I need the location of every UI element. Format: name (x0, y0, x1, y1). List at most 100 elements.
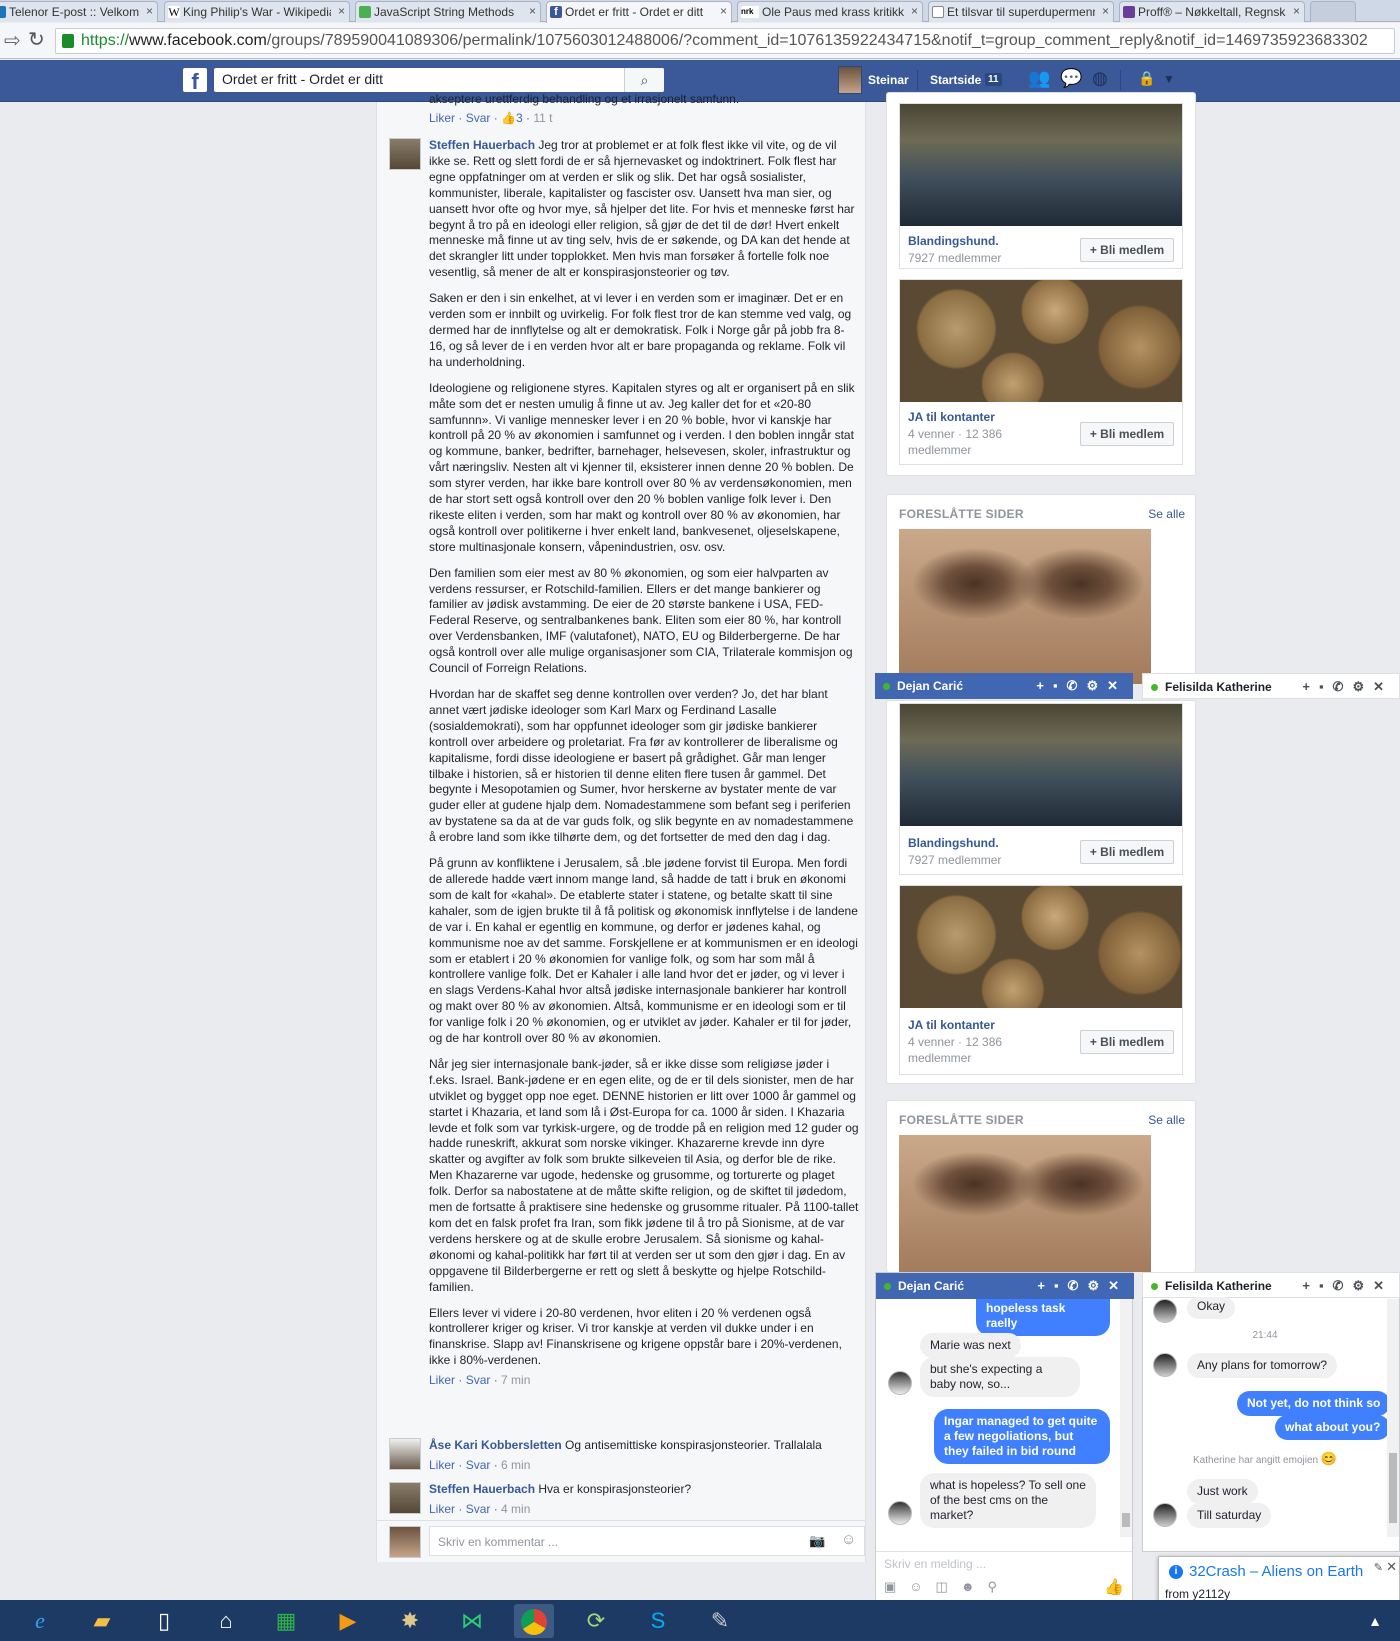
home-link[interactable]: Startside (930, 73, 981, 87)
close-tab-icon[interactable]: × (146, 4, 153, 18)
chat-attachments-icons[interactable]: ▣☺◫☻⚲ (884, 1579, 1010, 1595)
page-photo[interactable] (899, 529, 1151, 684)
store-icon[interactable]: ▦ (266, 1604, 306, 1638)
chat-tab-header[interactable]: Felisilda Katherine +▪✆⚙✕ (1142, 673, 1400, 699)
chat-tools-icons[interactable]: +▪✆⚙✕ (1036, 678, 1127, 694)
visual-studio-code-icon[interactable]: ⋈ (452, 1604, 492, 1638)
chat-scrollbar[interactable] (1120, 1299, 1132, 1537)
browser-tab[interactable]: JavaScript String Methods × (355, 1, 541, 22)
group-cover-image[interactable] (900, 104, 1182, 226)
close-tab-icon[interactable]: × (720, 4, 727, 18)
message-input[interactable]: Skriv en melding ... (884, 1557, 986, 1571)
scrollbar-thumb[interactable] (1389, 1453, 1397, 1523)
like-link[interactable]: Liker (429, 1458, 455, 1472)
like-link[interactable]: Liker (429, 1502, 455, 1516)
join-group-button[interactable]: + Bli medlem (1080, 422, 1174, 446)
chat-tab-header[interactable]: Dejan Carić +▪✆⚙✕ (875, 673, 1133, 699)
chrome-icon[interactable] (514, 1604, 554, 1638)
group-cover-image[interactable] (900, 886, 1182, 1008)
avatar[interactable] (389, 1482, 421, 1514)
chat-tools-icons[interactable]: +▪✆⚙✕ (1302, 679, 1393, 695)
privacy-lock-icon[interactable]: 🔒 (1138, 70, 1155, 87)
avatar[interactable] (389, 138, 421, 170)
chat-tab-header[interactable]: Felisilda Katherine +▪✆⚙✕ (1142, 1272, 1400, 1298)
settings-wrench-icon[interactable]: ✎ (1374, 1561, 1383, 1574)
comment-author[interactable]: Åse Kari Kobbersletten (429, 1438, 562, 1452)
group-name[interactable]: JA til kontanter (908, 410, 995, 424)
app-icon[interactable]: ✸ (390, 1604, 430, 1638)
avatar[interactable] (389, 1526, 421, 1558)
group-cover-image[interactable] (900, 704, 1182, 826)
search-input[interactable]: Ordet er fritt - Ordet er ditt (214, 68, 664, 92)
like-count-icon[interactable]: 👍 (501, 111, 516, 125)
comment-input[interactable]: Skriv en kommentar ... (429, 1526, 865, 1556)
join-group-button[interactable]: + Bli medlem (1080, 1030, 1174, 1054)
url-field[interactable]: https://www.facebook.com/groups/78959004… (55, 28, 1395, 54)
avatar[interactable] (1153, 1503, 1177, 1527)
desktop-notification[interactable]: i 32Crash – Aliens on Earth from y2112y … (1158, 1556, 1400, 1606)
close-tab-icon[interactable]: × (911, 4, 918, 18)
profile-link[interactable]: Steinar (868, 73, 909, 87)
avatar[interactable] (888, 1501, 912, 1525)
group-cover-image[interactable] (900, 280, 1182, 402)
comment-author[interactable]: Steffen Hauerbach (429, 1482, 535, 1496)
notifications-globe-icon[interactable]: ◍ (1092, 68, 1108, 89)
browser-tab[interactable]: nrk Ole Paus med krass kritikk × (737, 1, 923, 22)
emoji-icon[interactable]: ☺ (841, 1531, 856, 1548)
search-icon[interactable]: ⌕ (624, 68, 664, 92)
like-link[interactable]: Liker (429, 1373, 455, 1387)
close-icon[interactable]: ✕ (1386, 1559, 1397, 1575)
document-icon[interactable]: ▯ (144, 1604, 184, 1638)
join-group-button[interactable]: + Bli medlem (1080, 238, 1174, 262)
group-name[interactable]: Blandingshund. (908, 836, 999, 850)
reply-link[interactable]: Svar (466, 1373, 491, 1387)
notification-title[interactable]: 32Crash – Aliens on Earth (1189, 1563, 1363, 1580)
avatar[interactable] (389, 1438, 421, 1470)
avatar[interactable] (1153, 1299, 1177, 1323)
scrollbar-thumb[interactable] (1122, 1513, 1130, 1527)
reload-icon[interactable]: ↻ (28, 27, 45, 52)
new-tab-button[interactable] (1310, 1, 1356, 22)
see-all-link[interactable]: Se alle (1148, 507, 1185, 521)
browser-tab[interactable]: Et tilsvar til superdupermenneske× (928, 1, 1114, 22)
close-tab-icon[interactable]: × (1293, 4, 1300, 18)
chat-tab-header[interactable]: Dejan Carić +▪✆⚙✕ (876, 1273, 1134, 1299)
facebook-logo[interactable]: f (183, 68, 207, 94)
sync-icon[interactable]: ⟳ (576, 1604, 616, 1638)
chat-tools-icons[interactable]: +▪✆⚙✕ (1037, 1278, 1128, 1294)
browser-tab[interactable]: W King Philip's War - Wikipedia × (164, 1, 350, 22)
reply-link[interactable]: Svar (466, 111, 491, 125)
close-tab-icon[interactable]: × (1102, 4, 1109, 18)
see-all-link[interactable]: Se alle (1148, 1113, 1185, 1127)
skype-icon[interactable]: S (638, 1604, 678, 1638)
group-name[interactable]: Blandingshund. (908, 234, 999, 248)
like-link[interactable]: Liker (429, 111, 455, 125)
avatar[interactable] (1153, 1353, 1177, 1377)
gimp-icon[interactable]: ✎ (700, 1604, 740, 1638)
avatar[interactable] (888, 1371, 912, 1395)
page-photo[interactable] (899, 1135, 1151, 1272)
close-tab-icon[interactable]: × (529, 4, 536, 18)
reply-link[interactable]: Svar (466, 1458, 491, 1472)
internet-explorer-icon[interactable]: e (20, 1604, 60, 1638)
chevron-down-icon[interactable]: ▼ (1163, 72, 1175, 86)
comment-author[interactable]: Steffen Hauerbach (429, 138, 535, 152)
browser-tab[interactable]: Telenor E-post :: Velkommen× (0, 1, 158, 22)
reply-link[interactable]: Svar (466, 1502, 491, 1516)
home-icon[interactable]: ⌂ (206, 1604, 246, 1638)
browser-tab-active[interactable]: f Ordet er fritt - Ordet er ditt × (546, 1, 732, 23)
group-name[interactable]: JA til kontanter (908, 1018, 995, 1032)
tray-up-icon[interactable]: ▲ (1355, 1604, 1395, 1638)
messages-icon[interactable]: 💬 (1060, 68, 1082, 89)
join-group-button[interactable]: + Bli medlem (1080, 840, 1174, 864)
browser-tab[interactable]: Proff® – Nøkkeltall, Regnskap × (1119, 1, 1305, 22)
chat-tools-icons[interactable]: +▪✆⚙✕ (1302, 1278, 1393, 1294)
file-explorer-icon[interactable]: ▰ (82, 1604, 122, 1638)
close-tab-icon[interactable]: × (338, 4, 345, 18)
friend-requests-icon[interactable]: 👥 (1028, 68, 1050, 89)
forward-arrow-icon[interactable]: ⇨ (4, 28, 21, 53)
media-player-icon[interactable]: ▶ (328, 1604, 368, 1638)
avatar[interactable] (838, 66, 862, 94)
thumbs-up-icon[interactable]: 👍 (1104, 1577, 1124, 1597)
camera-icon[interactable]: 📷 (809, 1533, 825, 1549)
